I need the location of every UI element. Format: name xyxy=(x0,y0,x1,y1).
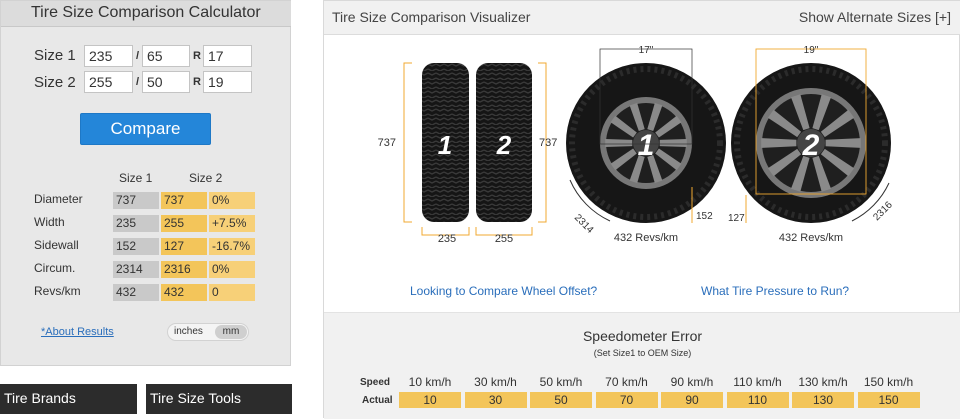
speedometer-error-section: Speedometer Error (Set Size1 to OEM Size… xyxy=(324,312,960,419)
tire-brands-button[interactable]: Tire Brands xyxy=(0,384,137,414)
wheel-spoke xyxy=(659,139,687,147)
wheel1-sidewall-label: 152 xyxy=(696,211,713,222)
wheel2-rim-label: 19" xyxy=(804,45,819,56)
comparison-cell-size2: 255 xyxy=(161,215,207,232)
comparison-cell-size1: 152 xyxy=(113,238,159,255)
tire1-side-number: 1 xyxy=(438,130,452,160)
speed-row-label: Speed xyxy=(360,377,391,388)
wheel1-view: 1 17" 2314 152 432 Revs/km xyxy=(566,45,726,244)
wheel2-circumference-label: 2316 xyxy=(871,199,895,223)
comparison-row-label: Revs/km xyxy=(34,284,81,298)
actual-speed-value: 90 xyxy=(661,392,723,408)
actual-speed-value: 150 xyxy=(857,392,920,408)
tire-pressure-link[interactable]: What Tire Pressure to Run? xyxy=(701,284,849,298)
comparison-row-label: Width xyxy=(34,215,65,229)
units-inches-option[interactable]: inches xyxy=(174,326,203,337)
column-header-size1: Size 1 xyxy=(119,171,153,185)
actual-row-label: Actual xyxy=(362,395,393,406)
wheel1-rim-label: 17" xyxy=(639,45,654,56)
width1-label: 235 xyxy=(438,233,456,245)
width2-label: 255 xyxy=(495,233,513,245)
comparison-row-label: Circum. xyxy=(34,261,76,275)
comparison-row-label: Diameter xyxy=(34,192,83,206)
comparison-cell-difference: 0% xyxy=(209,261,255,278)
speed-value: 150 km/h xyxy=(863,375,914,389)
wheel1-revs: 432 Revs/km xyxy=(614,232,678,244)
size1-r-label: R xyxy=(193,50,201,62)
about-results-link[interactable]: *About Results xyxy=(41,326,114,338)
wheel2-number: 2 xyxy=(802,129,820,162)
wheel2-revs: 432 Revs/km xyxy=(779,232,843,244)
speedometer-subtitle: (Set Size1 to OEM Size) xyxy=(593,348,692,358)
calculator-title: Tire Size Comparison Calculator xyxy=(1,1,291,27)
comparison-cell-size2: 127 xyxy=(161,238,207,255)
comparison-cell-difference: 0 xyxy=(209,284,255,301)
column-header-size2: Size 2 xyxy=(189,171,223,185)
size1-ratio-input[interactable] xyxy=(142,45,190,67)
actual-speed-value: 10 xyxy=(399,392,461,408)
tire-size-tools-button[interactable]: Tire Size Tools xyxy=(146,384,292,414)
speed-value: 30 km/h xyxy=(474,375,517,389)
actual-speed-value: 130 xyxy=(792,392,854,408)
comparison-cell-size2: 2316 xyxy=(161,261,207,278)
size2-label: Size 2 xyxy=(34,74,76,91)
comparison-cell-size1: 737 xyxy=(113,192,159,209)
actual-speed-value: 110 xyxy=(726,392,789,408)
wheel-spoke xyxy=(761,138,797,148)
comparison-cell-size1: 235 xyxy=(113,215,159,232)
speed-value: 90 km/h xyxy=(670,375,714,389)
comparison-cell-size1: 2314 xyxy=(113,261,159,278)
actual-speed-value: 30 xyxy=(464,392,527,408)
actual-speed-value: 50 xyxy=(530,392,592,408)
speed-value: 130 km/h xyxy=(798,375,848,389)
tire-diagram: 737 737 1 2 235 255 1 17" 2314 152 432 R… xyxy=(378,45,896,245)
comparison-cell-difference: 0% xyxy=(209,192,255,209)
size1-label: Size 1 xyxy=(34,47,76,64)
size2-slash: / xyxy=(136,76,140,88)
height-label-left: 737 xyxy=(378,137,396,149)
actual-speed-value: 70 xyxy=(595,392,658,408)
size1-width-input[interactable] xyxy=(84,45,133,67)
tire2-side-number: 2 xyxy=(496,130,512,160)
height-guide-left xyxy=(403,62,412,223)
comparison-cell-size1: 432 xyxy=(113,284,159,301)
wheel-offset-link[interactable]: Looking to Compare Wheel Offset? xyxy=(410,284,597,298)
wheel2-sidewall-label: 127 xyxy=(728,213,745,224)
speed-value: 10 km/h xyxy=(408,375,452,389)
speed-value: 70 km/h xyxy=(605,375,648,389)
wheel-spoke xyxy=(825,138,861,148)
calculator-panel: Tire Size Comparison Calculator Size 1 /… xyxy=(0,0,291,366)
compare-button[interactable]: Compare xyxy=(80,113,211,145)
visualizer-header: Tire Size Comparison Visualizer Show Alt… xyxy=(324,1,960,35)
units-mm-option[interactable]: mm xyxy=(215,325,247,339)
show-alternate-sizes-link[interactable]: Show Alternate Sizes [+] xyxy=(799,9,951,25)
wheel1-circumference-label: 2314 xyxy=(572,212,596,236)
side-view: 737 737 1 2 235 255 xyxy=(378,62,557,245)
height-label-right: 737 xyxy=(539,137,557,149)
comparison-cell-difference: -16.7% xyxy=(209,238,255,255)
speed-value: 110 km/h xyxy=(733,375,782,389)
size2-width-input[interactable] xyxy=(84,71,133,93)
size1-slash: / xyxy=(136,50,140,62)
speed-value: 50 km/h xyxy=(539,375,583,389)
comparison-cell-size2: 432 xyxy=(161,284,207,301)
size2-ratio-input[interactable] xyxy=(142,71,190,93)
comparison-row-label: Sidewall xyxy=(34,238,79,252)
visualizer-title: Tire Size Comparison Visualizer xyxy=(332,9,531,25)
comparison-cell-difference: +7.5% xyxy=(209,215,255,232)
units-toggle[interactable]: inches mm xyxy=(167,323,249,341)
wheel2-view: 2 19" 2316 127 432 Revs/km xyxy=(728,45,895,244)
comparison-cell-size2: 737 xyxy=(161,192,207,209)
size2-rim-input[interactable] xyxy=(203,71,252,93)
size1-rim-input[interactable] xyxy=(203,45,252,67)
visualizer-panel: Tire Size Comparison Visualizer Show Alt… xyxy=(323,0,960,419)
wheel-spoke xyxy=(605,139,633,147)
size2-r-label: R xyxy=(193,76,201,88)
speedometer-title: Speedometer Error xyxy=(582,328,703,344)
wheel1-number: 1 xyxy=(638,129,655,162)
